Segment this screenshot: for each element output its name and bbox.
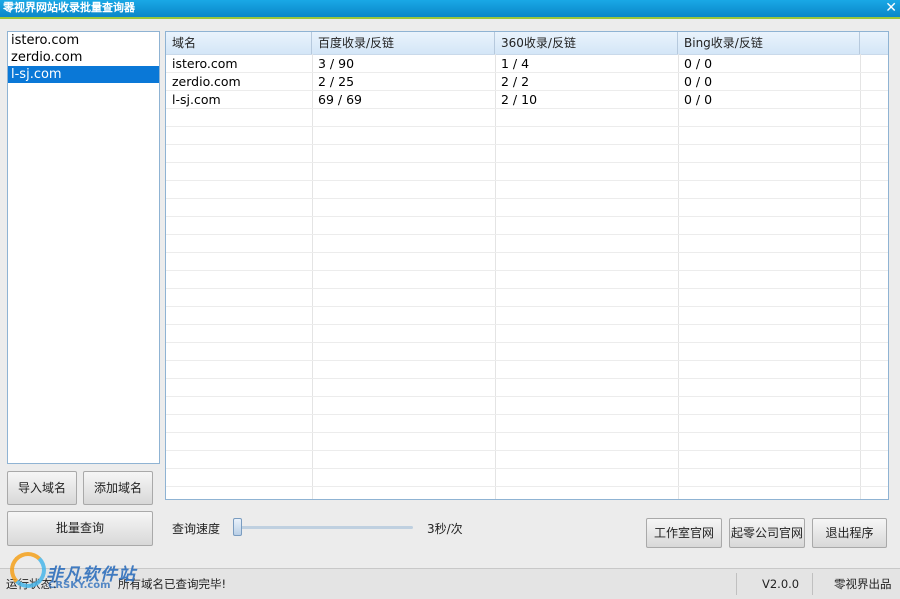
cell-baidu: 69 / 69 <box>318 92 362 107</box>
watermark-logo: 非凡软件站 CRSKY.com <box>4 550 164 596</box>
empty-table-row <box>166 433 888 451</box>
cell-domain: zerdio.com <box>172 74 241 89</box>
empty-table-row <box>166 343 888 361</box>
domain-list-item[interactable]: zerdio.com <box>8 49 159 66</box>
empty-table-row <box>166 163 888 181</box>
watermark-subtext: CRSKY.com <box>48 580 111 591</box>
cell-baidu: 3 / 90 <box>318 56 355 71</box>
exit-button[interactable]: 退出程序 <box>812 518 887 548</box>
empty-table-row <box>166 325 888 343</box>
results-table[interactable]: 域名 百度收录/反链 360收录/反链 Bing收录/反链 istero.com… <box>165 31 889 500</box>
swirl-icon <box>10 552 46 588</box>
empty-table-row <box>166 235 888 253</box>
cell-bing: 0 / 0 <box>684 56 713 71</box>
table-header: 域名 百度收录/反链 360收录/反链 Bing收录/反链 <box>166 32 888 55</box>
domain-list[interactable]: istero.com zerdio.com l-sj.com <box>7 31 160 464</box>
cell-baidu: 2 / 25 <box>318 74 355 89</box>
empty-table-row <box>166 199 888 217</box>
table-row[interactable]: zerdio.com 2 / 25 2 / 2 0 / 0 <box>166 73 888 91</box>
version-label: V2.0.0 <box>762 577 800 591</box>
company-website-button[interactable]: 起零公司官网 <box>729 518 805 548</box>
empty-table-row <box>166 487 888 499</box>
cell-domain: istero.com <box>172 56 238 71</box>
query-speed-value: 3秒/次 <box>427 522 463 536</box>
empty-table-row <box>166 145 888 163</box>
empty-table-row <box>166 217 888 235</box>
batch-query-button[interactable]: 批量查询 <box>7 511 153 546</box>
cell-360: 2 / 2 <box>501 74 530 89</box>
empty-table-row <box>166 127 888 145</box>
cell-domain: l-sj.com <box>172 92 221 107</box>
title-bar: 零视界网站收录批量查询器 ✕ <box>0 0 900 19</box>
status-divider <box>812 573 813 595</box>
cell-bing: 0 / 0 <box>684 74 713 89</box>
column-header-baidu[interactable]: 百度收录/反链 <box>312 32 495 54</box>
empty-table-row <box>166 307 888 325</box>
empty-table-row <box>166 397 888 415</box>
publisher-label: 零视界出品 <box>834 577 892 591</box>
empty-table-row <box>166 379 888 397</box>
empty-table-row <box>166 109 888 127</box>
table-row[interactable]: istero.com 3 / 90 1 / 4 0 / 0 <box>166 55 888 73</box>
cell-360: 2 / 10 <box>501 92 538 107</box>
status-divider <box>736 573 737 595</box>
empty-table-row <box>166 253 888 271</box>
domain-list-item[interactable]: istero.com <box>8 32 159 49</box>
table-row[interactable]: l-sj.com 69 / 69 2 / 10 0 / 0 <box>166 91 888 109</box>
cell-bing: 0 / 0 <box>684 92 713 107</box>
empty-table-row <box>166 451 888 469</box>
import-domains-button[interactable]: 导入域名 <box>7 471 77 505</box>
studio-website-button[interactable]: 工作室官网 <box>646 518 722 548</box>
column-header-360[interactable]: 360收录/反链 <box>495 32 678 54</box>
column-header-bing[interactable]: Bing收录/反链 <box>678 32 860 54</box>
domain-list-item-selected[interactable]: l-sj.com <box>8 66 159 83</box>
add-domain-button[interactable]: 添加域名 <box>83 471 153 505</box>
empty-table-row <box>166 361 888 379</box>
query-speed-slider-thumb[interactable] <box>233 518 242 536</box>
empty-table-row <box>166 181 888 199</box>
empty-table-row <box>166 271 888 289</box>
empty-table-row <box>166 415 888 433</box>
empty-table-row <box>166 289 888 307</box>
close-icon[interactable]: ✕ <box>885 0 897 16</box>
cell-360: 1 / 4 <box>501 56 530 71</box>
column-header-domain[interactable]: 域名 <box>166 32 312 54</box>
empty-table-row <box>166 469 888 487</box>
query-speed-slider-track[interactable] <box>236 526 413 529</box>
window-title: 零视界网站收录批量查询器 <box>3 1 135 14</box>
query-speed-label: 查询速度 <box>172 522 221 536</box>
